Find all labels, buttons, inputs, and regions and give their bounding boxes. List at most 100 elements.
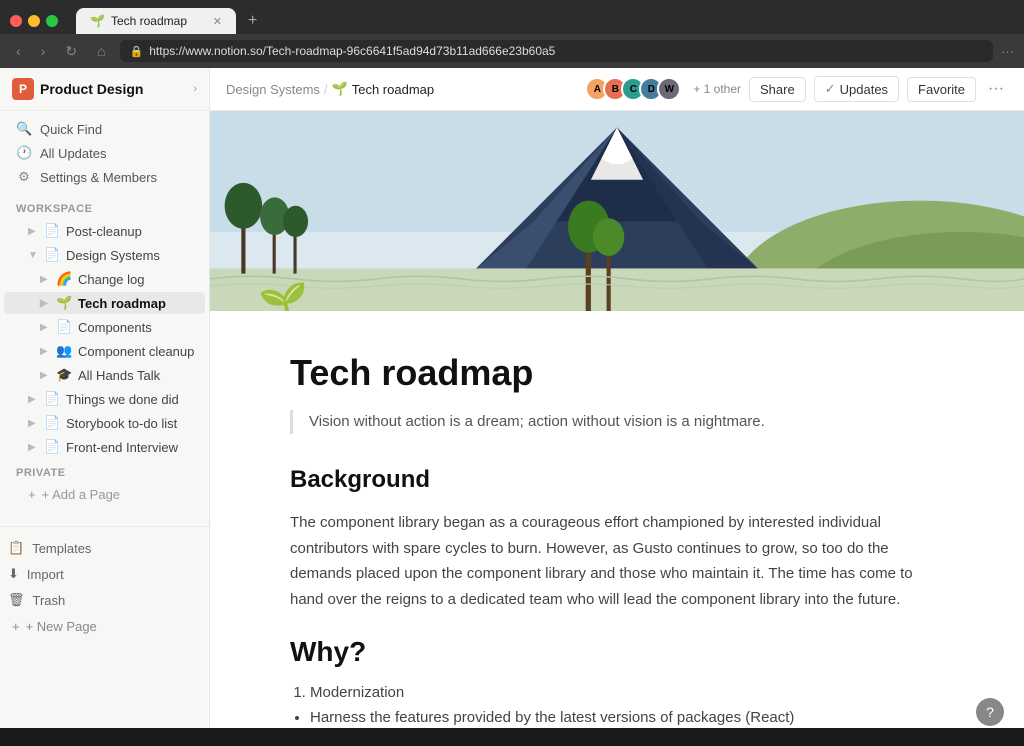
sidebar-item-label: Components <box>78 320 152 335</box>
quick-find-item[interactable]: 🔍 Quick Find <box>8 117 201 141</box>
background-text: The component library began as a courage… <box>290 510 944 612</box>
toolbar-extra-btn[interactable]: ··· <box>1001 44 1014 59</box>
seedling-icon: 🌱 <box>56 295 72 311</box>
sidebar-templates[interactable]: 📋 Templates <box>0 535 209 561</box>
private-section-label: PRIVATE <box>0 459 209 483</box>
numbered-list: Modernization <box>290 684 944 701</box>
breadcrumb: Design Systems / 🌱 Tech roadmap <box>226 81 434 97</box>
content-body: Tech roadmap Vision without action is a … <box>210 311 1024 728</box>
templates-icon: 📋 <box>8 540 24 556</box>
address-bar[interactable]: 🔒 https://www.notion.so/Tech-roadmap-96c… <box>120 40 993 62</box>
help-btn[interactable]: ? <box>976 698 1004 726</box>
sidebar-item-tech-roadmap[interactable]: ▶ 🌱 Tech roadmap <box>4 292 205 314</box>
arrow-icon: ▶ <box>28 442 38 453</box>
favorite-btn[interactable]: Favorite <box>907 77 976 102</box>
nav-refresh-btn[interactable]: ↻ <box>59 41 83 62</box>
more-users-label: + 1 other <box>693 82 741 96</box>
sidebar-item-label: Front-end Interview <box>66 440 178 455</box>
sidebar-item-design-systems[interactable]: ▼ 📄 Design Systems <box>4 244 205 266</box>
hero-image: 🌱 <box>210 111 1024 311</box>
arrow-icon: ▶ <box>28 394 38 405</box>
sidebar-item-all-hands[interactable]: ▶ 🎓 All Hands Talk <box>4 364 205 386</box>
page-icon: 📄 <box>56 319 72 335</box>
share-btn[interactable]: Share <box>749 77 806 102</box>
workspace-header[interactable]: P Product Design › <box>0 68 209 111</box>
sidebar: P Product Design › 🔍 Quick Find 🕐 All Up… <box>0 68 210 728</box>
sidebar-item-label: Things we done did <box>66 392 179 407</box>
more-options-btn[interactable]: ··· <box>984 80 1008 98</box>
window-controls <box>10 15 58 27</box>
maximize-window-btn[interactable] <box>46 15 58 27</box>
import-label: Import <box>27 567 64 582</box>
new-page-icon: + <box>12 619 20 634</box>
sidebar-item-component-cleanup[interactable]: ▶ 👥 Component cleanup <box>4 340 205 362</box>
rainbow-icon: 🌈 <box>56 271 72 287</box>
updates-btn[interactable]: ✓ Updates <box>814 76 899 102</box>
arrow-icon: ▶ <box>40 370 50 381</box>
page-title: Tech roadmap <box>290 351 944 394</box>
new-tab-btn[interactable]: + <box>240 8 265 34</box>
page-icon: 🌱 <box>258 280 308 311</box>
tab-page-icon: 🌱 <box>90 14 105 28</box>
search-icon: 🔍 <box>16 121 32 137</box>
bullet-item-react: Harness the features provided by the lat… <box>310 709 944 726</box>
page-icon: 📄 <box>44 415 60 431</box>
arrow-icon: ▶ <box>40 298 50 309</box>
clock-icon: 🕐 <box>16 145 32 161</box>
sidebar-item-components[interactable]: ▶ 📄 Components <box>4 316 205 338</box>
page-icon: 📄 <box>44 439 60 455</box>
workspace-icon: P <box>12 78 34 100</box>
arrow-icon: ▼ <box>28 250 38 261</box>
breadcrumb-current: 🌱 Tech roadmap <box>332 81 435 97</box>
new-page-btn[interactable]: + + New Page <box>0 613 209 640</box>
arrow-icon: ▶ <box>40 322 50 333</box>
nav-back-btn[interactable]: ‹ <box>10 41 27 61</box>
address-text: https://www.notion.so/Tech-roadmap-96c66… <box>149 44 555 58</box>
grad-icon: 🎓 <box>56 367 72 383</box>
background-section-title: Background <box>290 466 944 494</box>
arrow-icon: ▶ <box>40 346 50 357</box>
nav-forward-btn[interactable]: › <box>35 41 52 61</box>
trash-label: Trash <box>33 593 66 608</box>
sidebar-item-label: Storybook to-do list <box>66 416 177 431</box>
sidebar-add-page[interactable]: + + Add a Page <box>4 484 205 505</box>
add-page-label: + Add a Page <box>42 487 120 502</box>
breadcrumb-separator: / <box>324 82 328 97</box>
header-actions: A B C D W + 1 other Share ✓ Updates Favo… <box>585 76 1008 102</box>
page-icon: 📄 <box>44 391 60 407</box>
settings-label: Settings & Members <box>40 170 157 185</box>
sidebar-item-label: Design Systems <box>66 248 160 263</box>
sidebar-trash[interactable]: 🗑 Trash <box>0 587 209 613</box>
close-window-btn[interactable] <box>10 15 22 27</box>
app-container: P Product Design › 🔍 Quick Find 🕐 All Up… <box>0 68 1024 728</box>
page-content: 🌱 Tech roadmap Vision without action is … <box>210 111 1024 728</box>
quote-text: Vision without action is a dream; action… <box>309 413 765 430</box>
all-updates-item[interactable]: 🕐 All Updates <box>8 141 201 165</box>
gear-icon: ⚙ <box>16 169 32 185</box>
collaborator-avatars: A B C D W <box>585 77 681 101</box>
settings-item[interactable]: ⚙ Settings & Members <box>8 165 201 189</box>
active-tab[interactable]: 🌱 Tech roadmap ✕ <box>76 8 236 34</box>
sidebar-item-storybook[interactable]: ▶ 📄 Storybook to-do list <box>4 412 205 434</box>
minimize-window-btn[interactable] <box>28 15 40 27</box>
browser-toolbar: ‹ › ↻ ⌂ 🔒 https://www.notion.so/Tech-roa… <box>0 34 1024 68</box>
bullet-list: Harness the features provided by the lat… <box>290 709 944 726</box>
sidebar-item-label: Post-cleanup <box>66 224 142 239</box>
ssl-lock-icon: 🔒 <box>130 45 144 58</box>
new-page-label: + New Page <box>26 619 97 634</box>
sidebar-import[interactable]: ⬇ Import <box>0 561 209 587</box>
page-icon: 📄 <box>44 247 60 263</box>
sidebar-actions: 🔍 Quick Find 🕐 All Updates ⚙ Settings & … <box>0 111 209 195</box>
sidebar-item-post-cleanup[interactable]: ▶ 📄 Post-cleanup <box>4 220 205 242</box>
group-icon: 👥 <box>56 343 72 359</box>
tab-close-btn[interactable]: ✕ <box>213 15 222 28</box>
toolbar-actions: ··· <box>1001 44 1014 59</box>
nav-home-btn[interactable]: ⌂ <box>91 41 111 61</box>
sidebar-item-label: All Hands Talk <box>78 368 160 383</box>
page-header: Design Systems / 🌱 Tech roadmap A B C D … <box>210 68 1024 111</box>
sidebar-item-things-done[interactable]: ▶ 📄 Things we done did <box>4 388 205 410</box>
avatar-5: W <box>657 77 681 101</box>
sidebar-item-frontend[interactable]: ▶ 📄 Front-end Interview <box>4 436 205 458</box>
breadcrumb-parent[interactable]: Design Systems <box>226 82 320 97</box>
sidebar-item-change-log[interactable]: ▶ 🌈 Change log <box>4 268 205 290</box>
